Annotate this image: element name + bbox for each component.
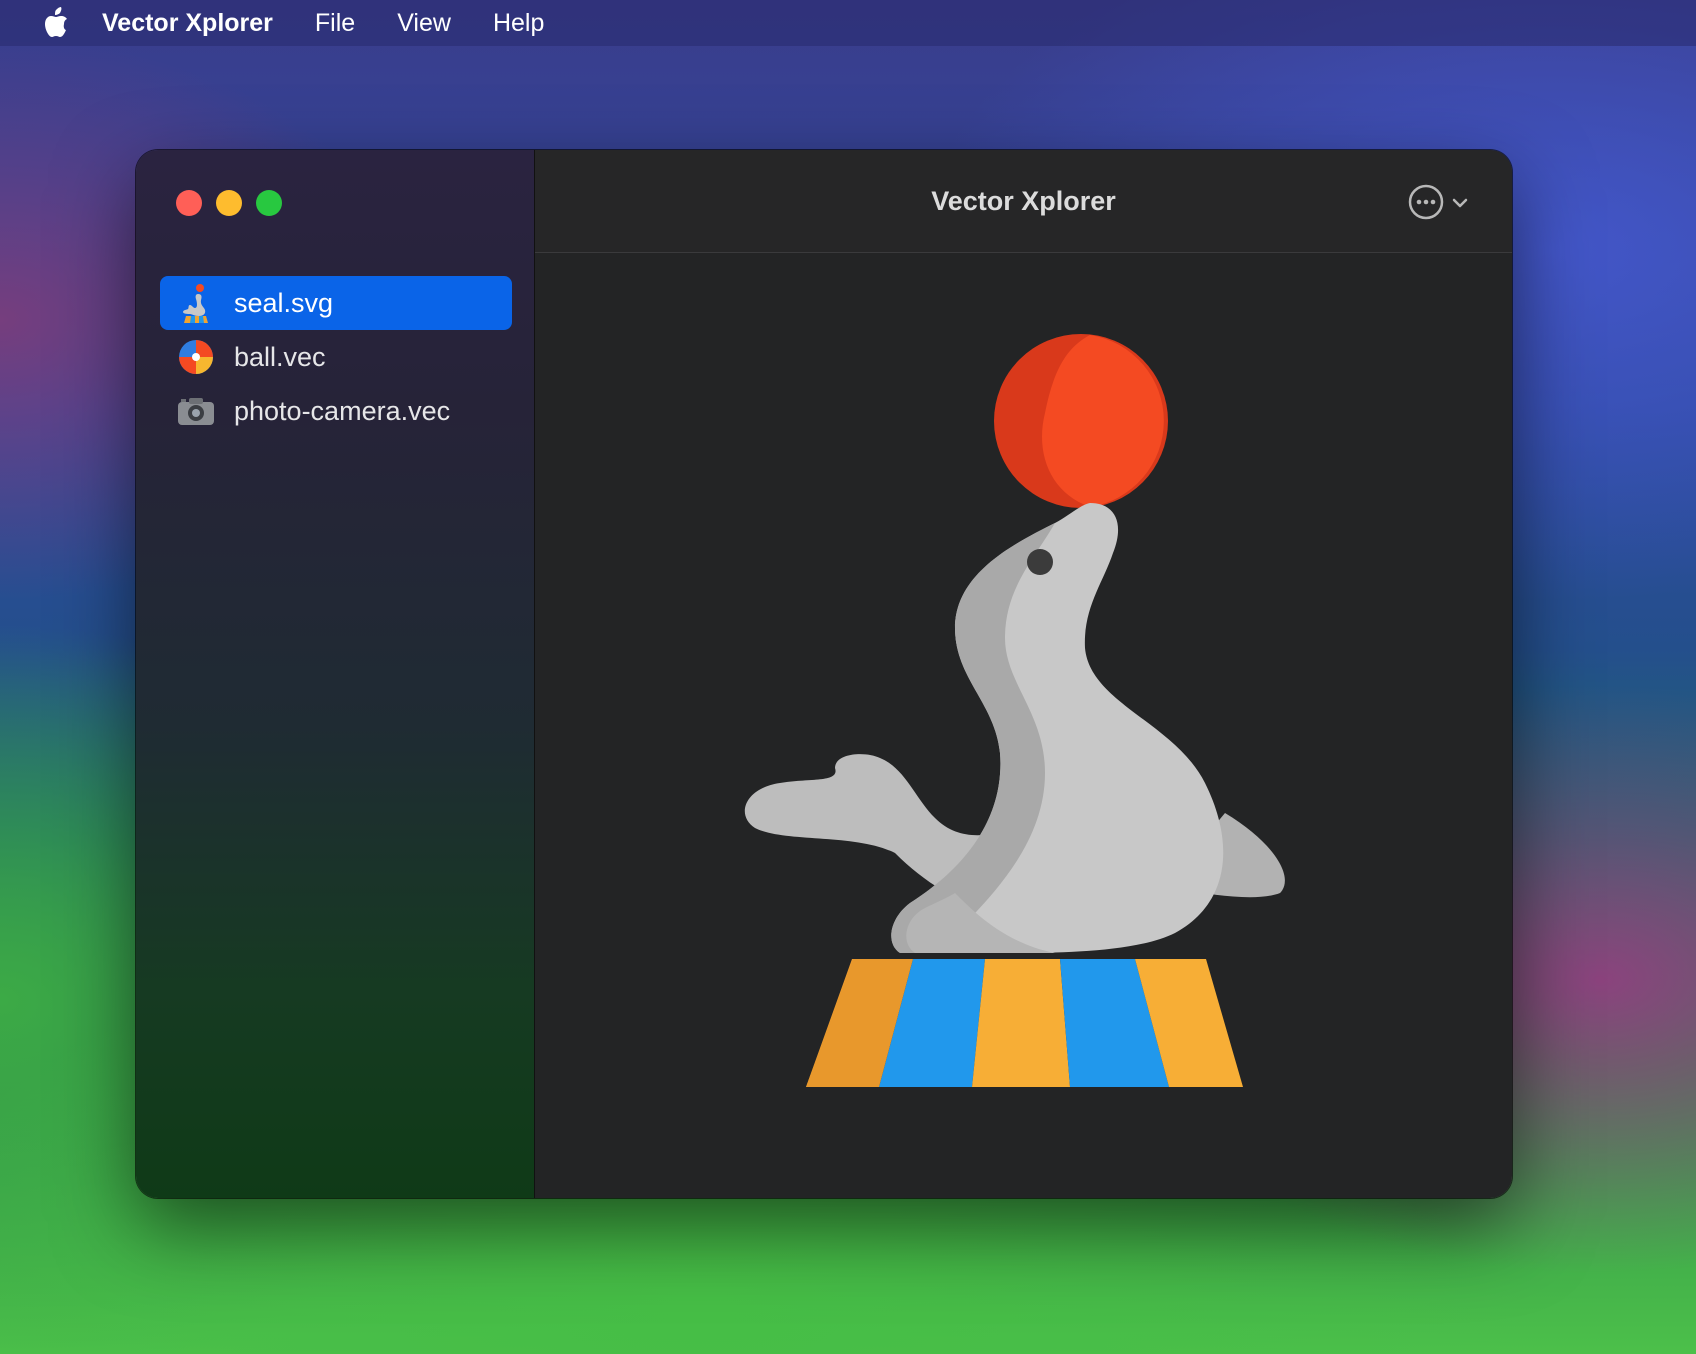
ball-file-icon xyxy=(176,337,216,377)
menu-file[interactable]: File xyxy=(315,9,355,38)
seal-illustration xyxy=(744,334,1285,1087)
file-item-photo-camera[interactable]: photo-camera.vec xyxy=(160,384,512,438)
file-name: seal.svg xyxy=(234,287,334,318)
file-item-seal[interactable]: seal.svg xyxy=(160,276,512,330)
menu-app-name[interactable]: Vector Xplorer xyxy=(102,9,273,38)
file-list: seal.svg ball.vec photo-camera.vec xyxy=(160,276,512,438)
menu-view[interactable]: View xyxy=(397,9,451,38)
file-item-ball[interactable]: ball.vec xyxy=(160,330,512,384)
file-name: ball.vec xyxy=(234,341,326,372)
minimize-window-button[interactable] xyxy=(216,190,242,216)
window-title: Vector Xplorer xyxy=(931,186,1116,216)
chevron-down-icon xyxy=(1452,196,1468,214)
menu-bar: Vector Xplorer File View Help xyxy=(0,0,1696,46)
pedestal-stripe-3 xyxy=(972,959,1070,1087)
seal-file-icon xyxy=(176,283,216,323)
file-name: photo-camera.vec xyxy=(234,395,451,426)
close-window-button[interactable] xyxy=(176,190,202,216)
app-window: seal.svg ball.vec photo-camera.vec Vecto… xyxy=(136,150,1512,1198)
more-options-button[interactable] xyxy=(1408,184,1468,225)
camera-file-icon xyxy=(176,391,216,431)
zoom-window-button[interactable] xyxy=(256,190,282,216)
seal-eye xyxy=(1027,549,1053,575)
content-area: Vector Xplorer xyxy=(535,150,1512,1198)
window-controls xyxy=(176,190,282,216)
vector-canvas[interactable] xyxy=(535,253,1512,1198)
ellipsis-circle-icon xyxy=(1408,184,1444,225)
toolbar: Vector Xplorer xyxy=(535,150,1512,253)
apple-logo-icon[interactable] xyxy=(38,6,72,40)
sidebar: seal.svg ball.vec photo-camera.vec xyxy=(136,150,535,1198)
menu-help[interactable]: Help xyxy=(493,9,544,38)
